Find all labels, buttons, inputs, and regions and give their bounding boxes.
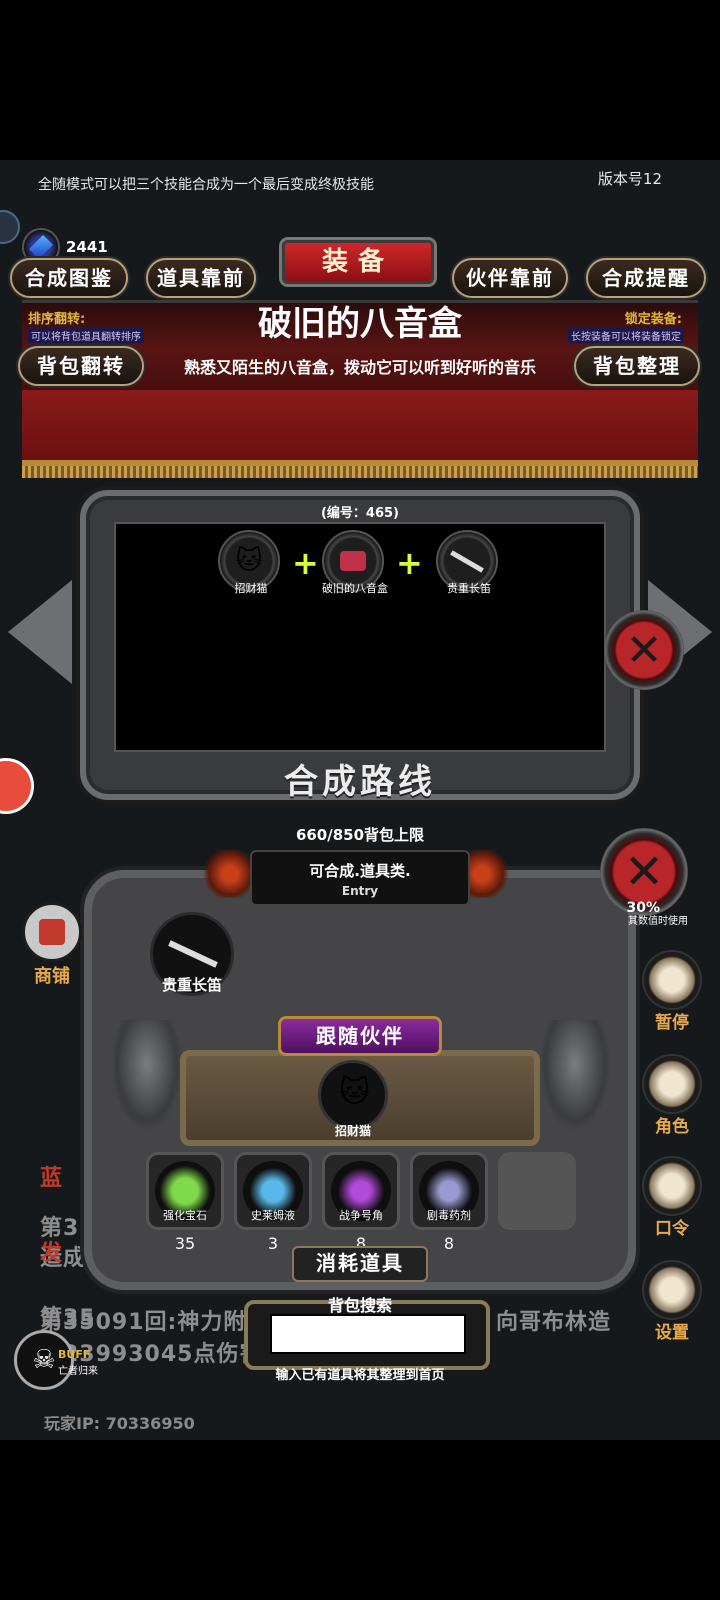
companion-slot[interactable]: 🐱 xyxy=(318,1060,388,1130)
left-dragon-ornament xyxy=(112,1020,182,1130)
flute-icon xyxy=(168,940,218,968)
status-area xyxy=(0,0,720,160)
scroll-icon xyxy=(642,1156,702,1216)
item-name: 破旧的八音盒 xyxy=(258,304,462,344)
lock-equip-label: 锁定装备: xyxy=(624,312,682,327)
lucky-cat-icon: 🐱 xyxy=(339,1075,371,1110)
ingredient-label: 贵重长笛 xyxy=(447,582,491,595)
pause-button[interactable]: 暂停 xyxy=(640,950,704,1033)
side-badge-icon[interactable] xyxy=(0,210,20,244)
log-line: 发 xyxy=(40,1241,64,1266)
version-label: 版本号12 xyxy=(597,170,662,188)
plus-icon: + xyxy=(396,544,423,582)
consumables-title: 消耗道具 xyxy=(292,1246,428,1282)
consumable-slot[interactable]: 强化宝石 xyxy=(146,1152,224,1230)
hooded-character-icon xyxy=(642,1054,702,1114)
ingredient-label: 破旧的八音盒 xyxy=(322,582,388,595)
ingredient-slot[interactable]: 🐱 招财猫 xyxy=(218,530,280,595)
flute-icon xyxy=(450,549,484,573)
search-label: 背包搜索 xyxy=(327,1296,392,1315)
player-ip: 玩家IP: 70336950 xyxy=(44,1414,195,1433)
gear-icon xyxy=(642,1260,702,1320)
consumable-slot[interactable]: 剧毒药剂 xyxy=(410,1152,488,1230)
consumable-slot[interactable]: 战争号角 xyxy=(322,1152,400,1230)
close-icon: ✕ xyxy=(625,624,663,676)
filter-sub: Entry xyxy=(341,884,379,898)
bag-item-label: 贵重长笛 xyxy=(161,976,222,994)
item-description: 熟悉又陌生的八音盒，拨动它可以听到好听的音乐 xyxy=(183,358,536,377)
shop-label: 商铺 xyxy=(34,966,70,987)
settings-button[interactable]: 设置 xyxy=(640,1260,704,1343)
code-button[interactable]: 口令 xyxy=(640,1156,704,1239)
recipe-display: (编号：465) 🐱 招财猫 + 破旧的八音盒 + 贵重长笛 xyxy=(114,506,606,752)
lock-equip-desc: 长按装备可以将装备锁定 xyxy=(568,328,684,343)
shop-button[interactable]: 商铺 xyxy=(18,902,86,988)
role-label: 角色 xyxy=(655,1117,689,1137)
synthesis-route-title: 合成路线 xyxy=(284,762,436,802)
consumable-slot-empty[interactable] xyxy=(498,1152,576,1230)
lucky-cat-icon: 🐱 xyxy=(235,546,263,576)
companion-name: 招财猫 xyxy=(334,1124,371,1138)
close-recipe-button[interactable]: ✕ xyxy=(604,610,684,690)
companions-first-button[interactable]: 伙伴靠前 xyxy=(452,258,568,298)
synthesis-reminder-button[interactable]: 合成提醒 xyxy=(586,258,706,298)
code-label: 口令 xyxy=(655,1219,689,1239)
shop-icon xyxy=(22,902,82,962)
dice-icon xyxy=(642,950,702,1010)
game-area: 全随模式可以把三个技能合成为一个最后变成终极技能 版本号12 蓝 第35 造成 … xyxy=(0,160,720,1440)
sort-flip-label: 排序翻转: xyxy=(28,312,86,327)
synthesis-guide-button[interactable]: 合成图鉴 xyxy=(10,258,128,298)
bag-filter[interactable]: 可合成.道具类. Entry xyxy=(250,850,470,906)
right-dragon-ornament xyxy=(540,1020,610,1130)
consumable-label: 史莱姆液 xyxy=(251,1209,295,1222)
role-button[interactable]: 角色 xyxy=(640,1054,704,1137)
buff-label: BUFF xyxy=(58,1348,91,1361)
log-line: 蓝 xyxy=(40,1166,64,1191)
recipe-frame: (编号：465) 🐱 招财猫 + 破旧的八音盒 + 贵重长笛 合成路线 xyxy=(80,490,640,802)
consumable-label: 战争号角 xyxy=(339,1209,383,1222)
consumable-slot[interactable]: 史莱姆液 xyxy=(234,1152,312,1230)
recipe-id: (编号：465) xyxy=(320,506,400,521)
ingredient-slot[interactable]: 贵重长笛 xyxy=(436,530,498,595)
settings-label: 设置 xyxy=(655,1323,689,1343)
plus-icon: + xyxy=(292,544,319,582)
page-title: 装备 xyxy=(282,240,434,284)
bag-sort-button[interactable]: 背包整理 xyxy=(574,346,700,386)
user-avatar-icon[interactable] xyxy=(0,758,34,814)
filter-text: 可合成.道具类. xyxy=(309,862,411,880)
search-hint: 输入已有道具将其整理到首页 xyxy=(275,1368,445,1383)
consumable-count: 35 xyxy=(174,1234,196,1253)
consumable-label: 强化宝石 xyxy=(163,1209,207,1222)
music-box-icon xyxy=(340,551,366,571)
ingredient-label: 招财猫 xyxy=(234,582,268,595)
percent-label: 其数值时使用 xyxy=(628,916,688,927)
consumable-label: 剧毒药剂 xyxy=(427,1209,471,1222)
bag-search-input[interactable] xyxy=(270,1314,466,1354)
companion-tab[interactable]: 跟随伙伴 xyxy=(278,1016,442,1056)
gem-count: 2441 xyxy=(66,238,108,256)
sort-flip-desc: 可以将背包道具翻转排序 xyxy=(28,328,144,343)
curtain-decoration xyxy=(22,390,698,478)
screen: 全随模式可以把三个技能合成为一个最后变成终极技能 版本号12 蓝 第35 造成 … xyxy=(0,0,720,1600)
pause-label: 暂停 xyxy=(655,1013,689,1033)
close-icon: ✕ xyxy=(623,844,665,900)
bag-flip-button[interactable]: 背包翻转 xyxy=(18,346,144,386)
prev-arrow-icon[interactable] xyxy=(8,580,72,684)
ingredient-slot[interactable]: 破旧的八音盒 xyxy=(322,530,388,595)
bottom-bar xyxy=(0,1440,720,1600)
items-first-button[interactable]: 道具靠前 xyxy=(146,258,256,298)
buff-sub: 亡者归来 xyxy=(58,1366,98,1377)
tip-text: 全随模式可以把三个技能合成为一个最后变成终极技能 xyxy=(38,177,374,193)
